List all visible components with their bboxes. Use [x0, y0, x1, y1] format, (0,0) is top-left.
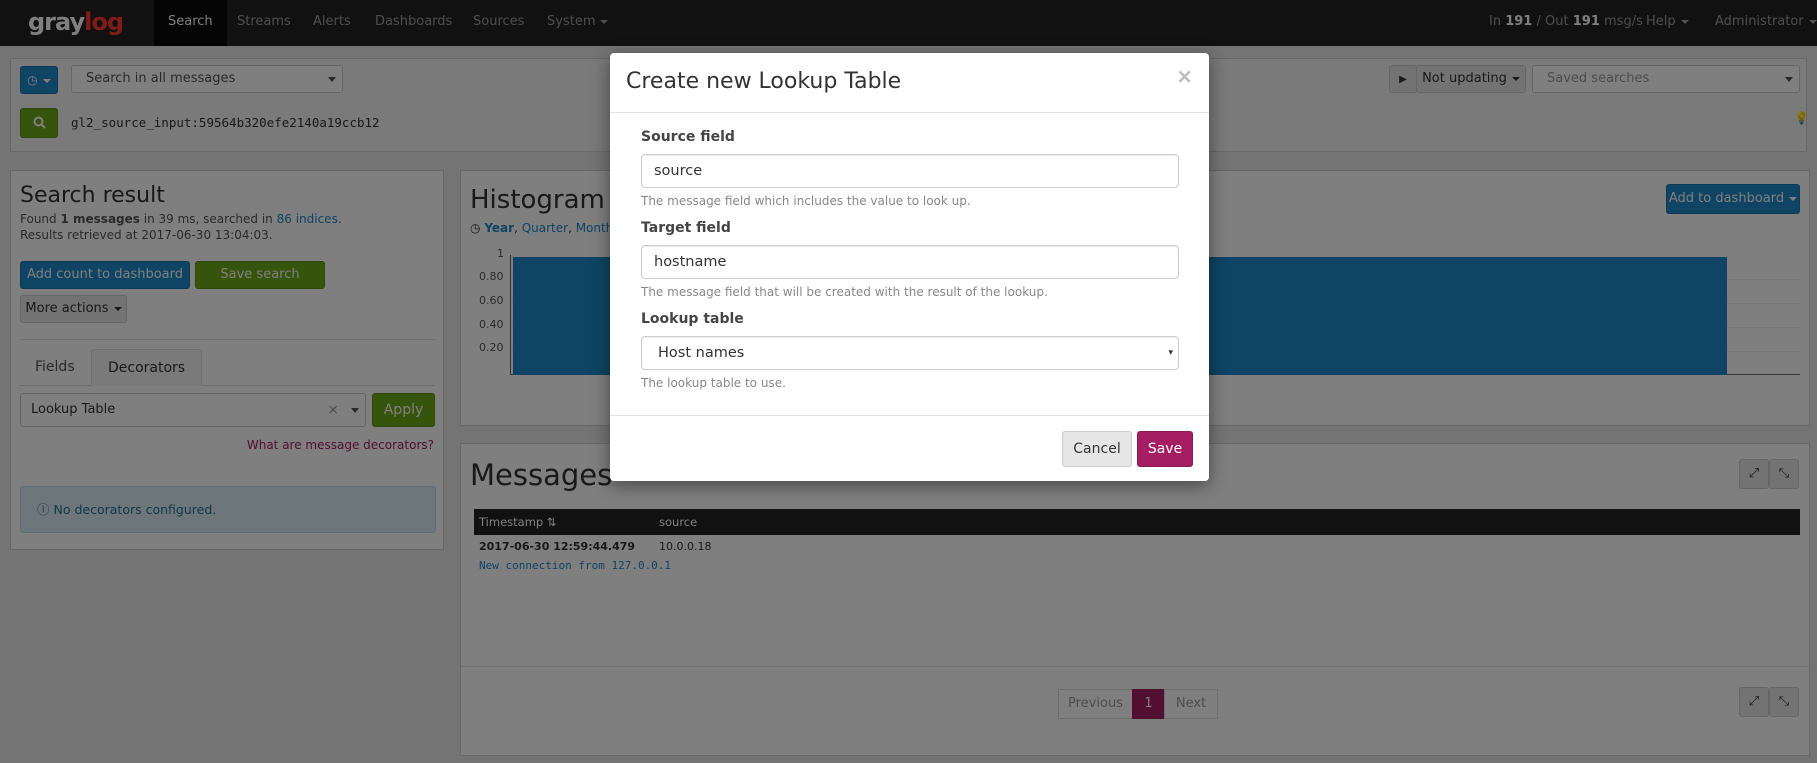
- lookup-table-label: Lookup table: [641, 311, 744, 327]
- divider: [610, 415, 1209, 416]
- source-field-help: The message field which includes the val…: [641, 194, 971, 208]
- source-field-label: Source field: [641, 129, 735, 145]
- create-lookup-table-modal: Create new Lookup Table × Source field s…: [610, 53, 1209, 481]
- lookup-table-select[interactable]: Host names ▾: [641, 336, 1179, 370]
- divider: [610, 112, 1209, 113]
- target-field-input[interactable]: hostname: [641, 245, 1179, 279]
- lookup-table-help: The lookup table to use.: [641, 376, 786, 390]
- save-button[interactable]: Save: [1137, 431, 1193, 467]
- target-field-label: Target field: [641, 220, 731, 236]
- chevron-down-icon: ▾: [1168, 348, 1173, 358]
- target-field-help: The message field that will be created w…: [641, 285, 1048, 299]
- close-icon[interactable]: ×: [1176, 64, 1193, 88]
- modal-title: Create new Lookup Table: [626, 69, 902, 94]
- cancel-button[interactable]: Cancel: [1062, 431, 1132, 467]
- source-field-input[interactable]: source: [641, 154, 1179, 188]
